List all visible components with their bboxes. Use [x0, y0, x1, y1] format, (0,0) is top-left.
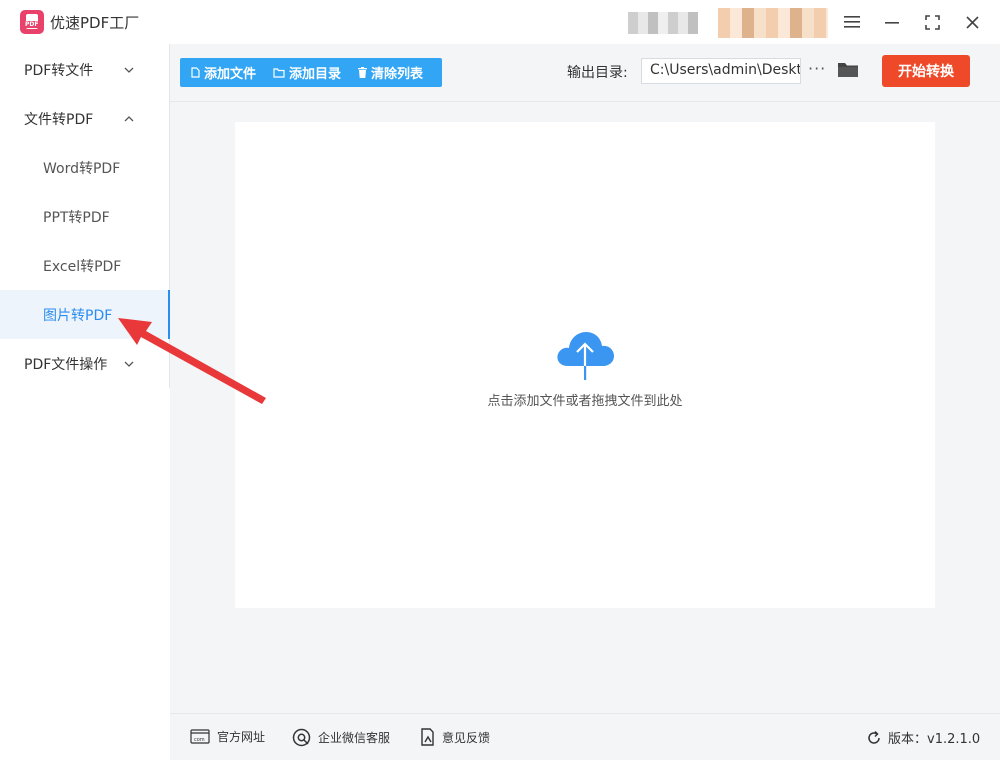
blurred-account-badge [718, 8, 828, 38]
output-dir-label: 输出目录: [567, 65, 628, 81]
folder-icon [838, 63, 858, 77]
refresh-icon [868, 730, 880, 744]
minimize-button[interactable] [878, 8, 906, 36]
app-title: 优速PDF工厂 [50, 14, 140, 32]
svg-text:com: com [194, 737, 205, 743]
nav-group-label: PDF转文件 [24, 62, 94, 79]
hamburger-icon [844, 16, 860, 28]
sidebar-item-label: PPT转PDF [43, 209, 110, 226]
nav-group-pdf-to-file[interactable]: PDF转文件 [0, 45, 170, 94]
add-file-label: 添加文件 [204, 67, 257, 82]
close-button[interactable] [958, 8, 986, 36]
chevron-down-icon [124, 63, 134, 76]
browse-folder-button[interactable] [837, 61, 859, 79]
feedback-link[interactable]: 意见反馈 [420, 728, 490, 746]
chevron-up-icon [124, 112, 134, 125]
nav-group-pdf-operations[interactable]: PDF文件操作 [0, 339, 170, 388]
file-icon [191, 67, 200, 78]
nav-group-label: PDF文件操作 [24, 356, 108, 373]
sidebar-item-label: Excel转PDF [43, 258, 122, 275]
official-website-link[interactable]: com 官方网址 [190, 728, 265, 745]
version-info[interactable]: 版本：v1.2.1.0 [866, 728, 980, 747]
add-folder-button[interactable]: 添加目录 [273, 58, 341, 87]
add-file-button[interactable]: 添加文件 [191, 58, 256, 87]
close-icon [965, 15, 979, 29]
sidebar-item-word-to-pdf[interactable]: Word转PDF [0, 143, 170, 192]
sidebar-item-image-to-pdf[interactable]: 图片转PDF [0, 290, 170, 339]
clear-list-button[interactable]: 清除列表 [358, 58, 423, 87]
chat-icon [292, 728, 311, 747]
minimize-icon [885, 22, 899, 24]
wechat-service-link[interactable]: 企业微信客服 [292, 728, 390, 747]
trash-icon [358, 67, 368, 78]
app-logo: PDF [20, 10, 44, 34]
website-label: 官方网址 [217, 730, 266, 744]
version-label: 版本：v1.2.1.0 [888, 732, 981, 747]
feedback-label: 意见反馈 [442, 730, 491, 745]
maximize-button[interactable] [918, 8, 946, 36]
file-button-group: 添加文件 添加目录 清除列表 [180, 58, 442, 87]
drop-hint-text: 点击添加文件或者拖拽文件到此处 [487, 394, 683, 409]
add-folder-label: 添加目录 [289, 67, 342, 82]
feedback-icon [421, 728, 434, 746]
more-options-button[interactable]: ··· [808, 59, 826, 78]
output-dir-field[interactable]: C:\Users\admin\Deskto [641, 58, 801, 84]
start-convert-button[interactable]: 开始转换 [882, 55, 970, 87]
clear-list-label: 清除列表 [371, 67, 424, 82]
sidebar-item-excel-to-pdf[interactable]: Excel转PDF [0, 241, 170, 290]
nav-group-file-to-pdf[interactable]: 文件转PDF [0, 94, 170, 143]
wechat-label: 企业微信客服 [318, 731, 391, 745]
cloud-upload-icon [557, 332, 614, 380]
blurred-user-info [628, 12, 698, 34]
sidebar-item-label: 图片转PDF [43, 307, 113, 324]
sidebar-item-label: Word转PDF [43, 160, 121, 177]
sidebar-item-ppt-to-pdf[interactable]: PPT转PDF [0, 192, 170, 241]
website-icon: com [190, 729, 210, 744]
folder-outline-icon [273, 67, 285, 78]
chevron-down-icon [124, 357, 134, 370]
maximize-icon [924, 14, 940, 30]
menu-button[interactable] [838, 8, 866, 36]
nav-group-label: 文件转PDF [24, 111, 94, 128]
